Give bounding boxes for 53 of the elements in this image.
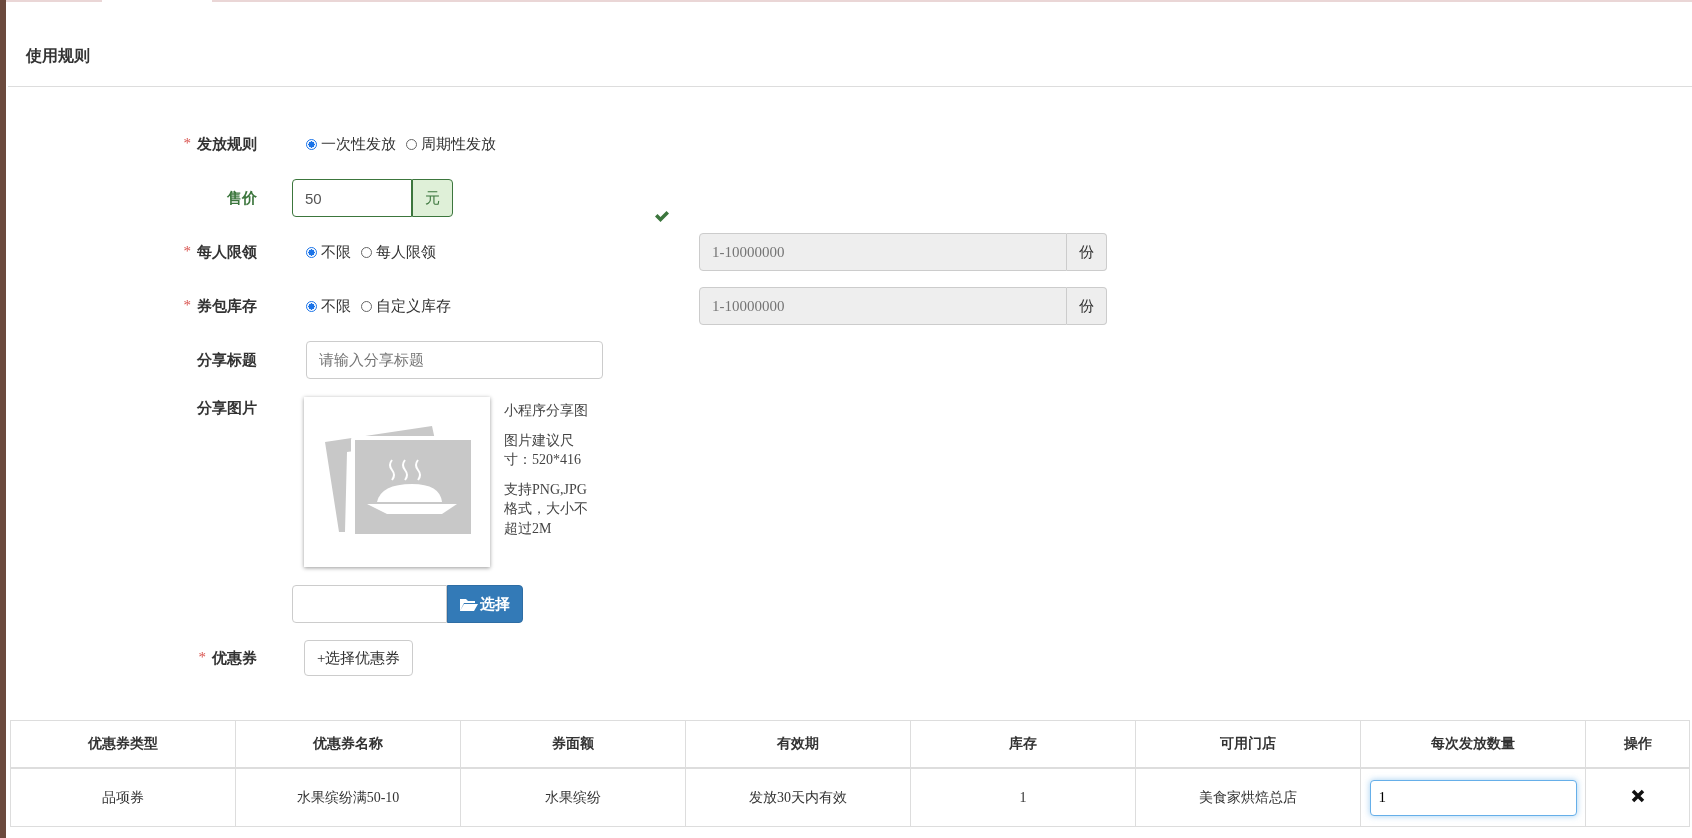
unit-addon: 份 xyxy=(1067,287,1107,325)
required-mark: * xyxy=(183,296,191,315)
field-label: 每人限领 xyxy=(197,242,257,262)
column-header: 库存 xyxy=(910,720,1136,768)
quantity-input[interactable]: 1 xyxy=(1369,779,1577,816)
radio-button[interactable] xyxy=(406,138,417,150)
radio-button[interactable] xyxy=(306,138,317,150)
field-label: 优惠券 xyxy=(212,648,257,668)
column-header: 操作 xyxy=(1585,720,1690,768)
check-icon xyxy=(654,209,670,223)
required-mark: * xyxy=(183,134,191,153)
folder-icon xyxy=(460,597,478,611)
hint-text: 支持PNG,JPG格式，大小不超过2M xyxy=(504,480,589,538)
radio-option[interactable]: 周期性发放 xyxy=(406,134,496,154)
unit-addon: 元 xyxy=(412,179,453,217)
choose-button[interactable]: 选择 xyxy=(447,585,523,623)
radio-option[interactable]: 不限 xyxy=(306,296,351,316)
table-cell: 美食家烘焙总店 xyxy=(1135,768,1361,827)
required-mark: * xyxy=(183,242,191,261)
price-input[interactable]: 50 xyxy=(292,179,412,217)
table-cell: 水果缤纷满50-10 xyxy=(235,768,461,827)
column-header: 优惠券类型 xyxy=(10,720,236,768)
field-label: 分享标题 xyxy=(197,350,257,370)
field-label: 券包库存 xyxy=(197,296,257,316)
file-input[interactable] xyxy=(292,585,447,623)
hint-text: 小程序分享图 xyxy=(504,402,589,420)
radio-option[interactable]: 每人限领 xyxy=(361,242,436,262)
required-mark: * xyxy=(198,648,206,667)
field-label: 发放规则 xyxy=(197,134,257,154)
radio-option[interactable]: 一次性发放 xyxy=(306,134,396,154)
radio-option[interactable]: 不限 xyxy=(306,242,351,262)
table-cell: 1 xyxy=(910,768,1136,827)
section-title: 使用规则 xyxy=(26,47,90,64)
radio-button[interactable] xyxy=(306,246,317,258)
column-header: 券面额 xyxy=(460,720,686,768)
table-cell: 水果缤纷 xyxy=(460,768,686,827)
field-label: 售价 xyxy=(227,188,257,208)
radio-button[interactable] xyxy=(306,300,317,312)
column-header: 可用门店 xyxy=(1135,720,1361,768)
field-label: 分享图片 xyxy=(197,399,257,418)
table-cell: 品项券 xyxy=(10,768,236,827)
table-cell: 发放30天内有效 xyxy=(685,768,911,827)
radio-button[interactable] xyxy=(361,246,372,258)
column-header: 优惠券名称 xyxy=(235,720,461,768)
column-header: 每次发放数量 xyxy=(1360,720,1586,768)
radio-button[interactable] xyxy=(361,300,372,312)
column-header: 有效期 xyxy=(685,720,911,768)
unit-addon: 份 xyxy=(1067,233,1107,271)
hint-text: 图片建议尺寸：520*416 xyxy=(504,431,582,470)
delete-icon[interactable] xyxy=(1630,788,1645,803)
share-title-input[interactable]: 请输入分享标题 xyxy=(306,341,603,379)
select-coupon-button[interactable]: +选择优惠券 xyxy=(304,640,414,676)
radio-option[interactable]: 自定义库存 xyxy=(361,296,451,316)
